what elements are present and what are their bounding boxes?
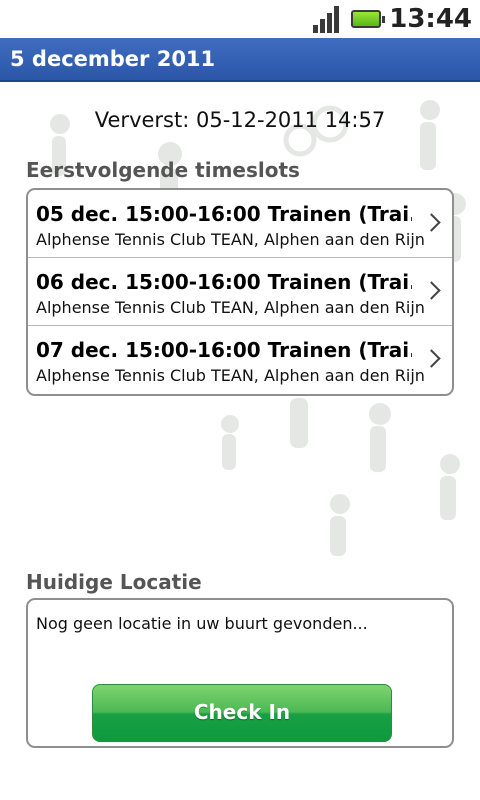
status-time: 13:44 (389, 4, 472, 34)
timeslot-title: 06 dec. 15:00-16:00 Trainen (Trai... (36, 270, 412, 294)
timeslot-row[interactable]: 06 dec. 15:00-16:00 Trainen (Trai... Alp… (28, 258, 452, 326)
location-heading: Huidige Locatie (26, 570, 202, 594)
timeslot-location: Alphense Tennis Club TEAN, Alphen aan de… (36, 298, 425, 317)
timeslot-title: 05 dec. 15:00-16:00 Trainen (Trai... (36, 202, 412, 226)
timeslot-row[interactable]: 05 dec. 15:00-16:00 Trainen (Trai... Alp… (28, 190, 452, 258)
timeslot-location: Alphense Tennis Club TEAN, Alphen aan de… (36, 366, 425, 385)
chevron-right-icon (422, 281, 441, 300)
refresh-timestamp: Ververst: 05-12-2011 14:57 (94, 108, 386, 132)
timeslot-list: 05 dec. 15:00-16:00 Trainen (Trai... Alp… (26, 188, 454, 396)
check-in-button[interactable]: Check In (92, 684, 392, 742)
timeslot-title: 07 dec. 15:00-16:00 Trainen (Trai... (36, 338, 412, 362)
status-bar: 13:44 (0, 0, 480, 38)
page-title: 5 december 2011 (0, 38, 480, 82)
timeslots-heading: Eerstvolgende timeslots (26, 158, 300, 182)
chevron-right-icon (422, 213, 441, 232)
chevron-right-icon (422, 349, 441, 368)
location-panel: Nog geen locatie in uw buurt gevonden...… (26, 598, 454, 748)
signal-strength-icon (313, 5, 343, 33)
battery-icon (351, 10, 386, 28)
timeslot-row[interactable]: 07 dec. 15:00-16:00 Trainen (Trai... Alp… (28, 326, 452, 394)
location-message: Nog geen locatie in uw buurt gevonden... (36, 614, 368, 633)
timeslot-location: Alphense Tennis Club TEAN, Alphen aan de… (36, 230, 425, 249)
